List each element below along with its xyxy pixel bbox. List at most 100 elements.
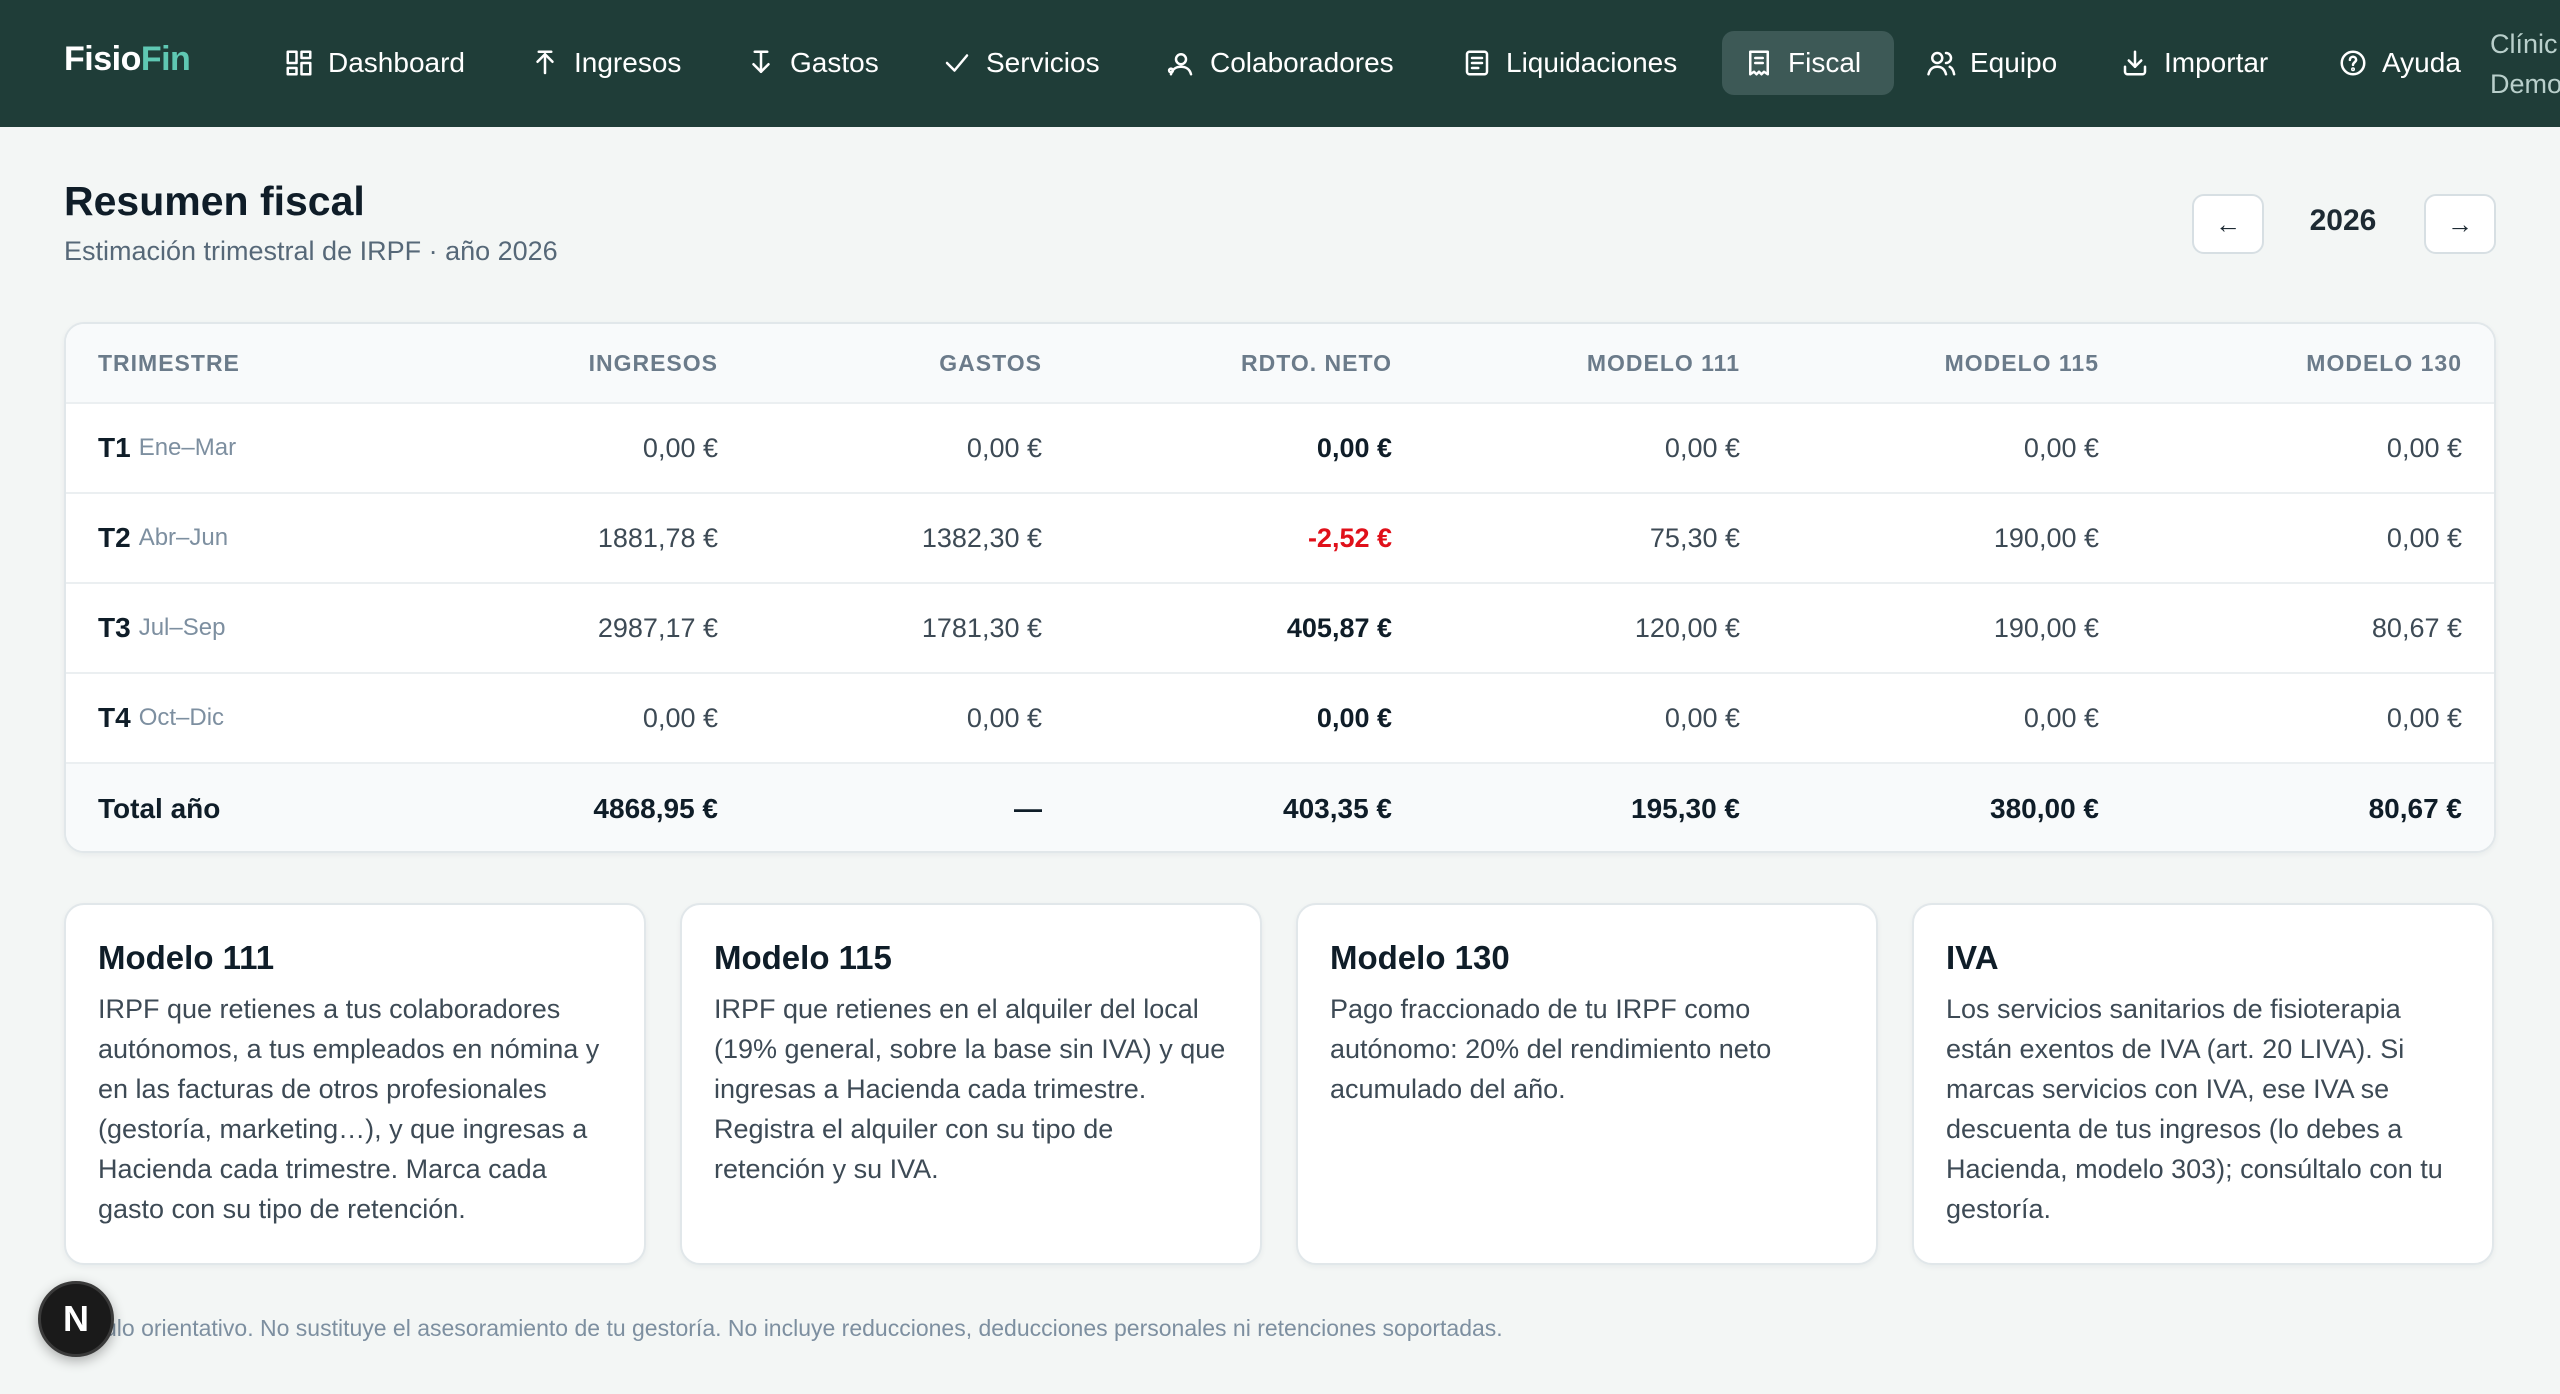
- nav-label: Colaboradores: [1210, 47, 1394, 78]
- quarter-name: T2: [98, 522, 131, 553]
- column-header-modelo-130: MODELO 130: [2306, 349, 2462, 376]
- nav-label: Dashboard: [328, 47, 465, 78]
- upload-arrow-icon: [536, 50, 554, 75]
- column-header-gastos: GASTOS: [939, 349, 1042, 376]
- top-navbar: FisioFin Dashboard Ingresos Gastos Servi…: [0, 0, 2560, 127]
- nav-item-dashboard[interactable]: Dashboard: [262, 31, 487, 95]
- card-body: Los servicios sanitarios de fisioterapia…: [1946, 994, 2443, 1224]
- modelo-111-cell: 0,00 €: [1664, 702, 1740, 733]
- table-row: T1 Ene–Mar 0,00 € 0,00 € 0,00 € 0,00 € 0,…: [66, 404, 2494, 494]
- neto-cell: 0,00 €: [1316, 702, 1392, 733]
- info-card-modelo-130: Modelo 130 Pago fraccionado de tu IRPF c…: [1296, 903, 1878, 1265]
- nav-item-importar[interactable]: Importar: [2098, 31, 2290, 95]
- clinic-name-line2: Demo: [2490, 69, 2560, 99]
- gastos-cell: 0,00 €: [966, 432, 1042, 463]
- import-icon: [2123, 50, 2147, 76]
- download-bar-icon: [752, 50, 770, 73]
- total-gastos-cell: —: [1014, 793, 1042, 824]
- nav-item-liquidaciones[interactable]: Liquidaciones: [1440, 31, 1699, 95]
- table-total-row: Total año 4868,95 € — 403,35 € 195,30 € …: [66, 764, 2494, 851]
- info-card-modelo-115: Modelo 115 IRPF que retienes en el alqui…: [680, 903, 1262, 1265]
- info-card-modelo-111: Modelo 111 IRPF que retienes a tus colab…: [64, 903, 646, 1265]
- modelo-115-cell: 0,00 €: [2023, 432, 2099, 463]
- modelo-115-cell: 0,00 €: [2023, 702, 2099, 733]
- gastos-cell: 1781,30 €: [921, 612, 1042, 643]
- nav-label: Gastos: [790, 47, 879, 78]
- next-year-button[interactable]: →: [2424, 194, 2496, 254]
- card-title: Modelo 115: [714, 939, 892, 976]
- total-modelo-111-cell: 195,30 €: [1631, 793, 1740, 824]
- clinic-name-line1: Clínic: [2490, 29, 2558, 59]
- total-modelo-130-cell: 80,67 €: [2368, 793, 2462, 824]
- card-body: IRPF que retienes en el alquiler del loc…: [714, 994, 1226, 1184]
- modelo-130-cell: 0,00 €: [2386, 522, 2462, 553]
- document-icon: [1465, 50, 1489, 76]
- previous-year-button[interactable]: ←: [2192, 194, 2264, 254]
- table-row: T3 Jul–Sep 2987,17 € 1781,30 € 405,87 € 1…: [66, 584, 2494, 674]
- modelo-111-cell: 120,00 €: [1634, 612, 1740, 643]
- disclaimer-footnote: ulo orientativo. No sustituye el asesora…: [104, 1315, 1503, 1341]
- total-neto-cell: 403,35 €: [1283, 793, 1392, 824]
- ingresos-cell: 1881,78 €: [597, 522, 718, 553]
- nav-item-gastos[interactable]: Gastos: [724, 31, 901, 95]
- modelo-130-cell: 0,00 €: [2386, 432, 2462, 463]
- year-label: 2026: [2309, 204, 2377, 237]
- column-header-modelo-111: MODELO 111: [1586, 349, 1740, 376]
- quarter-cell: T3 Jul–Sep: [98, 584, 225, 672]
- nav-item-ingresos[interactable]: Ingresos: [508, 31, 703, 95]
- ingresos-cell: 0,00 €: [642, 432, 718, 463]
- card-title: Modelo 111: [98, 939, 275, 976]
- table-header-row: TRIMESTRE INGRESOS GASTOS RDTO. NETO MOD…: [66, 324, 2494, 404]
- fiscal-summary-table: TRIMESTRE INGRESOS GASTOS RDTO. NETO MOD…: [64, 322, 2496, 853]
- neto-cell: -2,52 €: [1307, 522, 1392, 553]
- nav-label: Servicios: [986, 47, 1100, 78]
- nav-item-fiscal[interactable]: Fiscal: [1722, 31, 1894, 95]
- receipt-icon: [1749, 50, 1769, 76]
- table-row: T4 Oct–Dic 0,00 € 0,00 € 0,00 € 0,00 € 0,…: [66, 674, 2494, 764]
- ingresos-cell: 0,00 €: [642, 702, 718, 733]
- quarter-range: Abr–Jun: [138, 524, 229, 551]
- modelo-130-cell: 0,00 €: [2386, 702, 2462, 733]
- total-label: Total año: [98, 793, 221, 824]
- ingresos-cell: 2987,17 €: [597, 612, 718, 643]
- user-icon: [1167, 53, 1193, 76]
- nav-label: Liquidaciones: [1506, 47, 1678, 78]
- table-row: T2 Abr–Jun 1881,78 € 1382,30 € -2,52 € 75…: [66, 494, 2494, 584]
- card-body: Pago fraccionado de tu IRPF como autónom…: [1330, 994, 1772, 1104]
- dashboard-icon: [286, 50, 312, 76]
- brand-logo[interactable]: FisioFin: [64, 40, 191, 79]
- nav-item-equipo[interactable]: Equipo: [1904, 31, 2079, 95]
- neto-cell: 405,87 €: [1286, 612, 1392, 643]
- modelo-115-cell: 190,00 €: [1993, 612, 2099, 643]
- quarter-range: Oct–Dic: [138, 704, 225, 731]
- quarter-name: T4: [98, 702, 131, 733]
- nav-item-servicios[interactable]: Servicios: [920, 31, 1122, 95]
- dev-tools-badge[interactable]: N: [38, 1281, 114, 1357]
- gastos-cell: 0,00 €: [966, 702, 1042, 733]
- quarter-cell: T1 Ene–Mar: [98, 404, 236, 492]
- clinic-name[interactable]: Clínic Demo: [2490, 24, 2560, 104]
- nav-label: Ayuda: [2382, 47, 2461, 78]
- card-body: IRPF que retienes a tus colaboradores au…: [98, 994, 600, 1224]
- card-title: IVA: [1946, 939, 1999, 976]
- neto-cell: 0,00 €: [1316, 432, 1392, 463]
- card-title: Modelo 130: [1330, 939, 1510, 976]
- quarter-range: Jul–Sep: [138, 614, 226, 641]
- modelo-115-cell: 190,00 €: [1993, 522, 2099, 553]
- check-icon: [945, 54, 969, 72]
- page-title: Resumen fiscal: [64, 178, 365, 224]
- quarter-name: T3: [98, 612, 131, 643]
- nav-item-ayuda[interactable]: Ayuda: [2316, 31, 2483, 95]
- nav-item-colaboradores[interactable]: Colaboradores: [1144, 31, 1416, 95]
- nav-label: Fiscal: [1788, 47, 1862, 78]
- quarter-range: Ene–Mar: [138, 434, 237, 461]
- column-header-rdto-neto: RDTO. NETO: [1241, 349, 1392, 376]
- modelo-130-cell: 80,67 €: [2371, 612, 2462, 643]
- quarter-cell: T4 Oct–Dic: [98, 674, 224, 762]
- quarter-cell: T2 Abr–Jun: [98, 494, 228, 582]
- info-card-iva: IVA Los servicios sanitarios de fisioter…: [1912, 903, 2494, 1265]
- total-modelo-115-cell: 380,00 €: [1990, 793, 2099, 824]
- total-ingresos-cell: 4868,95 €: [593, 793, 718, 824]
- nav-label: Importar: [2164, 47, 2269, 78]
- page-subtitle: Estimación trimestral de IRPF · año 2026: [64, 236, 558, 266]
